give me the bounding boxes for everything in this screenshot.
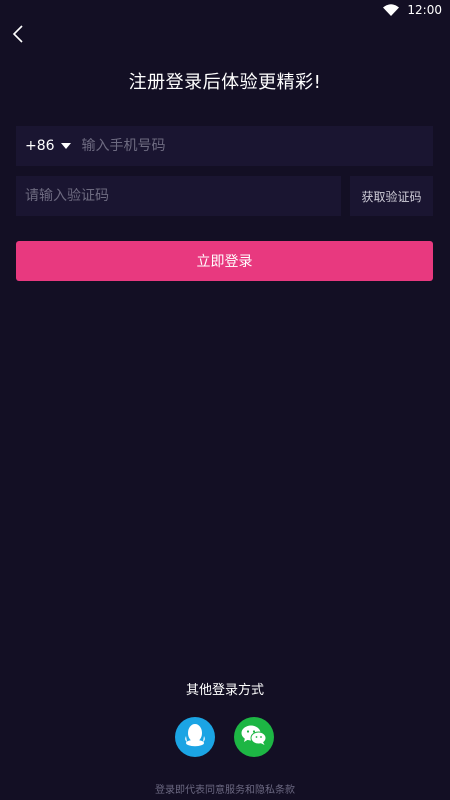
country-code-label: +86 [25,138,55,154]
verification-field-row [16,176,341,216]
back-arrow-icon [12,24,24,48]
back-button[interactable] [8,24,28,48]
status-time: 12:00 [407,3,442,17]
wifi-icon [383,4,400,16]
agreement-text[interactable]: 登录即代表同意服务和隐私条款 [0,781,450,796]
phone-field-row: +86 [16,126,433,166]
other-login-label: 其他登录方式 [185,683,264,698]
status-bar: 12:00 [0,0,450,20]
verification-code-input[interactable] [25,188,325,204]
page-title: 注册登录后体验更精彩! [128,72,322,93]
qq-login-button[interactable] [175,717,215,757]
get-code-button[interactable]: 获取验证码 [350,176,433,216]
phone-input[interactable] [81,138,382,154]
caret-down-icon [60,143,71,149]
wechat-icon [241,724,267,750]
country-code-selector[interactable]: +86 [25,138,71,154]
login-button[interactable]: 立即登录 [16,241,433,281]
qq-icon [184,723,206,751]
wechat-login-button[interactable] [234,717,274,757]
